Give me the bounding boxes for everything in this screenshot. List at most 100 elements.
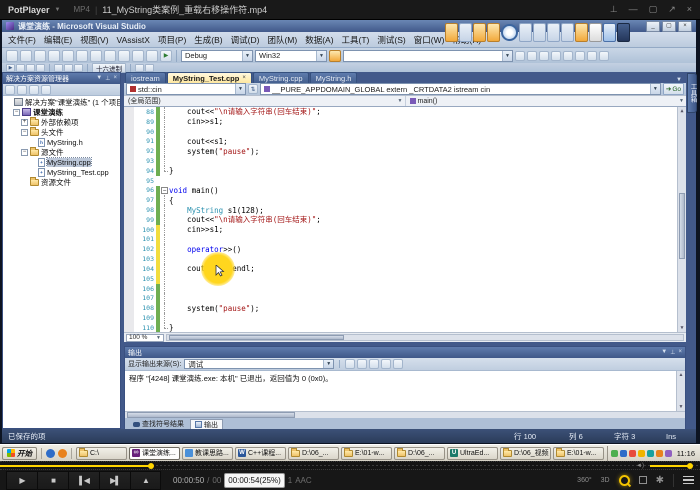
close-icon[interactable]: × bbox=[687, 5, 692, 14]
indicator-margin[interactable] bbox=[124, 284, 134, 294]
stop-button[interactable]: ■ bbox=[37, 471, 68, 490]
chevron-down-icon[interactable]: ▼ bbox=[650, 84, 660, 94]
indicator-margin[interactable] bbox=[124, 136, 134, 146]
player-titlebar[interactable]: PotPlayer ▼ MP4 | 11_MyString类案例_重载右移操作符… bbox=[0, 0, 700, 20]
solution-icon[interactable] bbox=[551, 51, 561, 61]
tree-item[interactable]: +外部依赖项 bbox=[3, 117, 120, 127]
output-vertical-scrollbar[interactable]: ▲ ▼ bbox=[676, 371, 685, 411]
menu-item[interactable]: 文件(F) bbox=[4, 33, 40, 47]
prev-button[interactable]: ▌◀ bbox=[68, 471, 99, 490]
chevron-down-icon[interactable]: ▼ bbox=[398, 98, 405, 104]
collapse-icon[interactable]: − bbox=[13, 109, 20, 116]
menu-item[interactable]: VAssistX bbox=[113, 34, 154, 46]
hex-display-button[interactable]: 十六进制 bbox=[92, 63, 126, 73]
tab-MyString.h[interactable]: MyString.h bbox=[310, 72, 358, 83]
annotation-tool-icon[interactable] bbox=[533, 23, 546, 42]
annotation-tool-icon[interactable] bbox=[473, 23, 486, 42]
playlist-menu-icon[interactable] bbox=[683, 476, 694, 485]
properties-icon[interactable] bbox=[539, 51, 549, 61]
code-line[interactable]: 100 cin>>s1; bbox=[124, 225, 686, 235]
tray-icon[interactable] bbox=[620, 450, 627, 457]
goto-next-message-icon[interactable] bbox=[369, 359, 379, 369]
new-item-icon[interactable] bbox=[6, 50, 18, 62]
indicator-margin[interactable] bbox=[124, 127, 134, 137]
device-output-icon[interactable] bbox=[639, 476, 647, 484]
indicator-margin[interactable] bbox=[124, 156, 134, 166]
indicator-margin[interactable] bbox=[124, 274, 134, 284]
annotation-tool-icon[interactable] bbox=[561, 23, 574, 42]
tree-item[interactable]: −源文件 bbox=[3, 147, 120, 157]
player-menu-chevron-icon[interactable]: ▼ bbox=[55, 7, 61, 13]
cut-icon[interactable] bbox=[62, 50, 74, 62]
code-line[interactable]: 103 bbox=[124, 254, 686, 264]
scope-combo[interactable]: (全局范围)▼ bbox=[124, 96, 406, 107]
indicator-margin[interactable] bbox=[124, 293, 134, 303]
taskbar-clock[interactable]: 11:16 bbox=[677, 449, 695, 458]
chevron-down-icon[interactable]: ▼ bbox=[679, 98, 686, 104]
scroll-up-icon[interactable]: ▲ bbox=[677, 371, 685, 379]
tab-MyString_Test.cpp[interactable]: MyString_Test.cpp× bbox=[167, 72, 252, 83]
indicator-margin[interactable] bbox=[124, 264, 134, 274]
editor-horizontal-scrollbar[interactable] bbox=[166, 334, 684, 341]
taskbar-button[interactable]: 教课思路... bbox=[182, 447, 233, 460]
annotation-tool-icon[interactable] bbox=[519, 23, 532, 42]
vs-restore-icon[interactable]: ▢ bbox=[662, 21, 676, 32]
annotation-tool-icon[interactable] bbox=[617, 23, 630, 42]
go-button[interactable]: ➔Go bbox=[663, 83, 684, 95]
debug-config-combo[interactable]: Debug▼ bbox=[181, 50, 253, 62]
pin-icon[interactable]: ⊥ bbox=[670, 349, 675, 356]
tree-item[interactable]: −头文件 bbox=[3, 127, 120, 137]
indicator-margin[interactable] bbox=[124, 205, 134, 215]
extension-icon[interactable] bbox=[599, 51, 609, 61]
indicator-margin[interactable] bbox=[124, 225, 134, 235]
annotation-tool-icon[interactable] bbox=[459, 23, 472, 42]
output-header[interactable]: 输出 ▼ ⊥ × bbox=[125, 347, 685, 358]
annotation-tool-icon[interactable] bbox=[487, 23, 500, 42]
pause-icon[interactable] bbox=[16, 64, 25, 72]
settings-gear-icon[interactable]: ✱ bbox=[656, 475, 664, 486]
code-line[interactable]: 101 bbox=[124, 235, 686, 245]
chevron-down-icon[interactable]: ▼ bbox=[661, 349, 667, 356]
toolbox-icon[interactable] bbox=[527, 51, 537, 61]
stop-debug-icon[interactable] bbox=[26, 64, 35, 72]
refresh-icon[interactable] bbox=[29, 85, 39, 95]
pin-icon[interactable]: ⊥ bbox=[105, 75, 110, 82]
error-list-icon[interactable] bbox=[587, 51, 597, 61]
menu-item[interactable]: 测试(S) bbox=[373, 33, 409, 47]
open-button[interactable]: ▲ bbox=[130, 471, 161, 490]
code-line[interactable]: 94} bbox=[124, 166, 686, 176]
minimize-icon[interactable]: — bbox=[629, 5, 638, 14]
declaration-combo[interactable]: __PURE_APPDOMAIN_GLOBAL extern _CRTDATA2… bbox=[260, 83, 661, 95]
code-line[interactable]: 106 bbox=[124, 284, 686, 294]
taskbar-button[interactable]: D:\06_视频 bbox=[500, 447, 551, 460]
panel-tab-查找符号结果[interactable]: 查找符号结果 bbox=[129, 419, 188, 429]
menu-item[interactable]: 工具(T) bbox=[338, 33, 374, 47]
redo-icon[interactable] bbox=[118, 50, 130, 62]
collapse-icon[interactable]: − bbox=[21, 149, 28, 156]
toolbox-tab[interactable]: 工具箱 bbox=[687, 73, 697, 113]
close-icon[interactable]: × bbox=[113, 75, 117, 82]
quick-launch-icon[interactable] bbox=[46, 449, 55, 458]
taskbar-button[interactable]: C:\ bbox=[76, 447, 127, 460]
tray-icon[interactable] bbox=[611, 450, 618, 457]
scrollbar-thumb[interactable] bbox=[169, 335, 344, 340]
indicator-margin[interactable] bbox=[124, 186, 134, 196]
indicator-margin[interactable] bbox=[124, 117, 134, 127]
volume-track[interactable] bbox=[650, 465, 690, 467]
zoom-level-combo[interactable]: 100 %▼ bbox=[126, 334, 164, 342]
toggle-word-wrap-icon[interactable] bbox=[393, 359, 403, 369]
tree-item[interactable]: +MyString_Test.cpp bbox=[3, 167, 120, 177]
tray-icon[interactable] bbox=[647, 450, 654, 457]
output-content[interactable]: 程序 "[4248] 课堂演练.exe: 本机" 已退出，返回值为 0 (0x0… bbox=[125, 371, 685, 411]
tab-iostream[interactable]: iostream bbox=[125, 72, 166, 83]
step-into-icon[interactable] bbox=[54, 64, 63, 72]
undo-icon[interactable] bbox=[104, 50, 116, 62]
menu-item[interactable]: 调试(D) bbox=[227, 33, 264, 47]
clear-all-icon[interactable] bbox=[381, 359, 391, 369]
scroll-down-icon[interactable]: ▼ bbox=[678, 324, 686, 332]
code-line[interactable]: 90 bbox=[124, 127, 686, 137]
code-line[interactable]: 99 cout<<"\n请输入字符串(回车结束)"; bbox=[124, 215, 686, 225]
code-editor[interactable]: 88 cout<<"\n请输入字符串(回车结束)";89 cin>>s1;909… bbox=[124, 106, 686, 332]
symbol-combo[interactable]: std::cin ▼ bbox=[126, 83, 246, 95]
play-button[interactable]: ▶ bbox=[6, 471, 37, 490]
